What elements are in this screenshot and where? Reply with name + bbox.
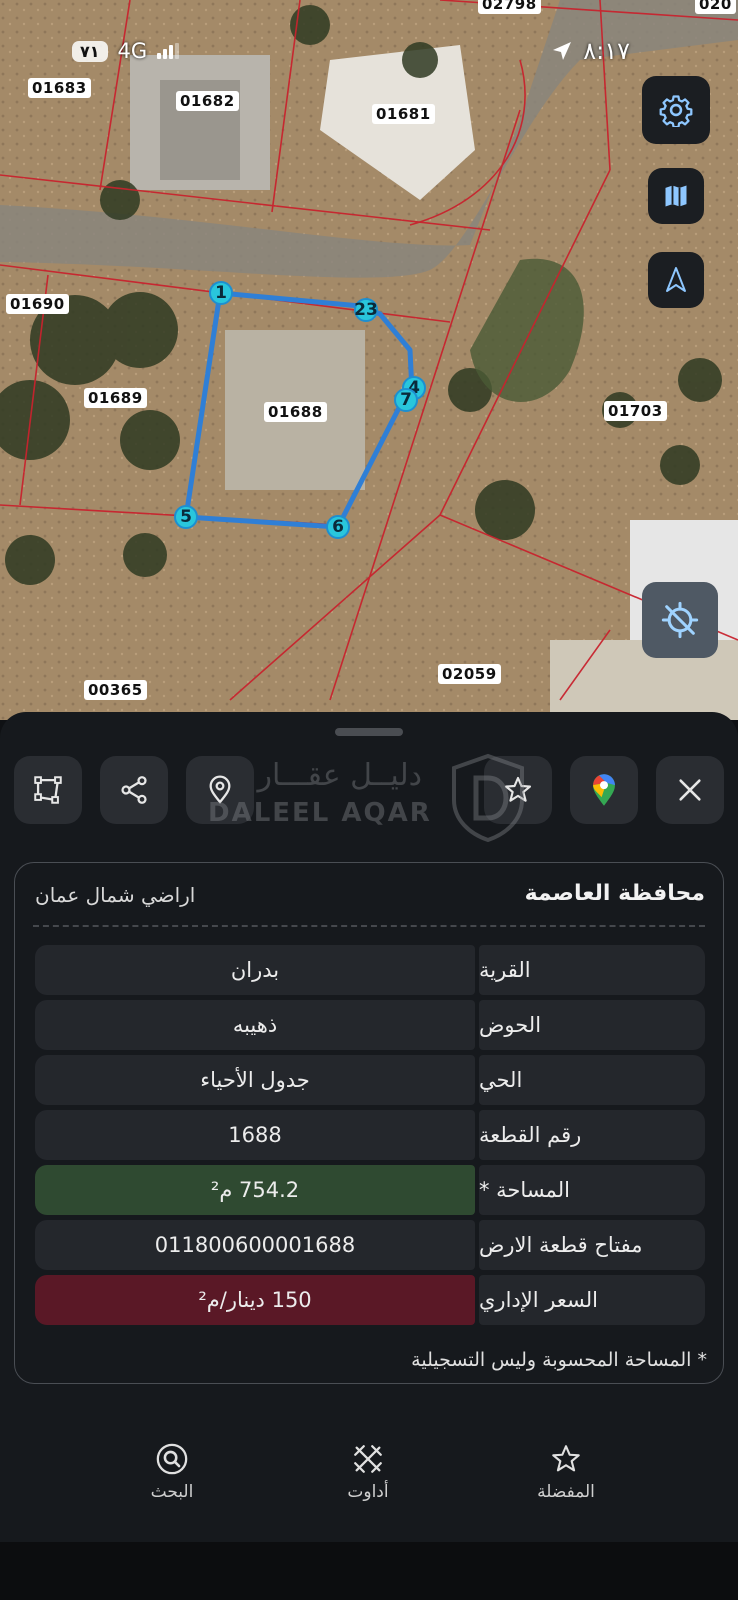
gear-icon (659, 95, 693, 127)
info-row-basin: ذهيبه الحوض (35, 1000, 705, 1050)
area-footnote: * المساحة المحسوبة وليس التسجيلية (411, 1349, 707, 1371)
settings-button[interactable] (642, 76, 710, 144)
system-navigation-bar (0, 1542, 738, 1600)
land-key-label: مفتاح قطعة الارض (479, 1220, 705, 1270)
watermark-arabic: دليــل عقـــار (257, 758, 422, 793)
parcel-label[interactable]: 00365 (84, 680, 147, 700)
map-layers-button[interactable] (648, 168, 704, 224)
parcel-label[interactable]: 01703 (604, 401, 667, 421)
info-row-village: بدران القرية (35, 945, 705, 995)
locate-button[interactable] (642, 582, 718, 658)
info-row-area: 754.2 م² المساحة * (35, 1165, 705, 1215)
battery-indicator: ٧١ (72, 40, 108, 62)
nav-tools[interactable]: أداوت (308, 1442, 428, 1502)
close-icon (679, 779, 701, 801)
area-label: المساحة * (479, 1165, 705, 1215)
vertex-marker[interactable]: 1 (209, 281, 233, 305)
nav-search-label: البحث (150, 1482, 194, 1502)
location-pin-button[interactable] (186, 756, 254, 824)
info-row-parcel-number: 1688 رقم القطعة (35, 1110, 705, 1160)
network-type: 4G (117, 39, 148, 63)
parcel-label[interactable]: 01681 (372, 104, 435, 124)
clock: ٨:١٧ (583, 37, 630, 65)
village-label: القرية (479, 945, 705, 995)
admin-price-value: 150 دينار/م² (35, 1275, 475, 1325)
parcel-label[interactable]: 02798 (478, 0, 541, 14)
parcel-label[interactable]: 01683 (28, 78, 91, 98)
share-button[interactable] (100, 756, 168, 824)
parcel-info-card: محافظة العاصمة اراضي شمال عمان بدران الق… (14, 862, 724, 1384)
area-value: 754.2 م² (35, 1165, 475, 1215)
pin-icon (209, 775, 231, 804)
north-arrow-icon (666, 267, 686, 292)
nav-favorites-label: المفضلة (537, 1482, 595, 1502)
search-icon (156, 1443, 188, 1475)
location-arrow-icon (553, 42, 572, 60)
info-row-admin-price: 150 دينار/م² السعر الإداري (35, 1275, 705, 1325)
star-outline-icon (552, 1445, 580, 1472)
parcel-label[interactable]: 01690 (6, 294, 69, 314)
sheet-drag-handle[interactable] (335, 728, 403, 736)
parcel-label[interactable]: 02059 (438, 664, 501, 684)
compass-button[interactable] (648, 252, 704, 308)
info-row-district: جدول الأحياء الحي (35, 1055, 705, 1105)
star-icon (504, 776, 532, 802)
status-bar-right: ٨:١٧ (551, 36, 630, 66)
vertex-marker[interactable]: 23 (354, 298, 378, 322)
nav-favorites[interactable]: المفضلة (506, 1442, 626, 1502)
governorate-title: محافظة العاصمة (524, 881, 705, 906)
basin-value: ذهيبه (35, 1000, 475, 1050)
basin-label: الحوض (479, 1000, 705, 1050)
district-label: الحي (479, 1055, 705, 1105)
signal-icon (157, 43, 180, 59)
parcel-number-value: 1688 (35, 1110, 475, 1160)
map-icon (665, 185, 687, 207)
land-key-value: 011800600001688 (35, 1220, 475, 1270)
vertex-marker[interactable]: 7 (394, 388, 418, 412)
area-name: اراضي شمال عمان (35, 883, 196, 907)
tools-icon (354, 1445, 382, 1473)
parcel-label[interactable]: 01689 (84, 388, 147, 408)
share-icon (121, 776, 147, 804)
gps-off-icon (661, 601, 699, 639)
vertex-marker[interactable]: 5 (174, 505, 198, 529)
status-bar-left: ٧١ 4G (72, 36, 180, 66)
vertex-marker[interactable]: 6 (326, 515, 350, 539)
satellite-map[interactable]: 02798 020 01683 01682 01681 01690 01689 … (0, 0, 738, 720)
village-value: بدران (35, 945, 475, 995)
google-maps-button[interactable] (570, 756, 638, 824)
district-value: جدول الأحياء (35, 1055, 475, 1105)
add-favorite-button[interactable] (484, 756, 552, 824)
parcel-label[interactable]: 020 (695, 0, 736, 14)
parcel-label[interactable]: 01682 (176, 91, 239, 111)
nav-search[interactable]: البحث (112, 1442, 232, 1502)
google-maps-icon (593, 774, 615, 806)
admin-price-label: السعر الإداري (479, 1275, 705, 1325)
draw-polygon-button[interactable] (14, 756, 82, 824)
divider (33, 925, 705, 927)
parcel-number-label: رقم القطعة (479, 1110, 705, 1160)
info-row-land-key: 011800600001688 مفتاح قطعة الارض (35, 1220, 705, 1270)
parcel-label[interactable]: 01688 (264, 402, 327, 422)
map-imagery (0, 0, 738, 720)
nav-tools-label: أداوت (347, 1482, 389, 1502)
close-button[interactable] (656, 756, 724, 824)
polygon-icon (34, 776, 62, 804)
parcel-details-sheet: دليــل عقـــار DALEEL AQAR محافظة العاصم… (0, 712, 738, 1542)
